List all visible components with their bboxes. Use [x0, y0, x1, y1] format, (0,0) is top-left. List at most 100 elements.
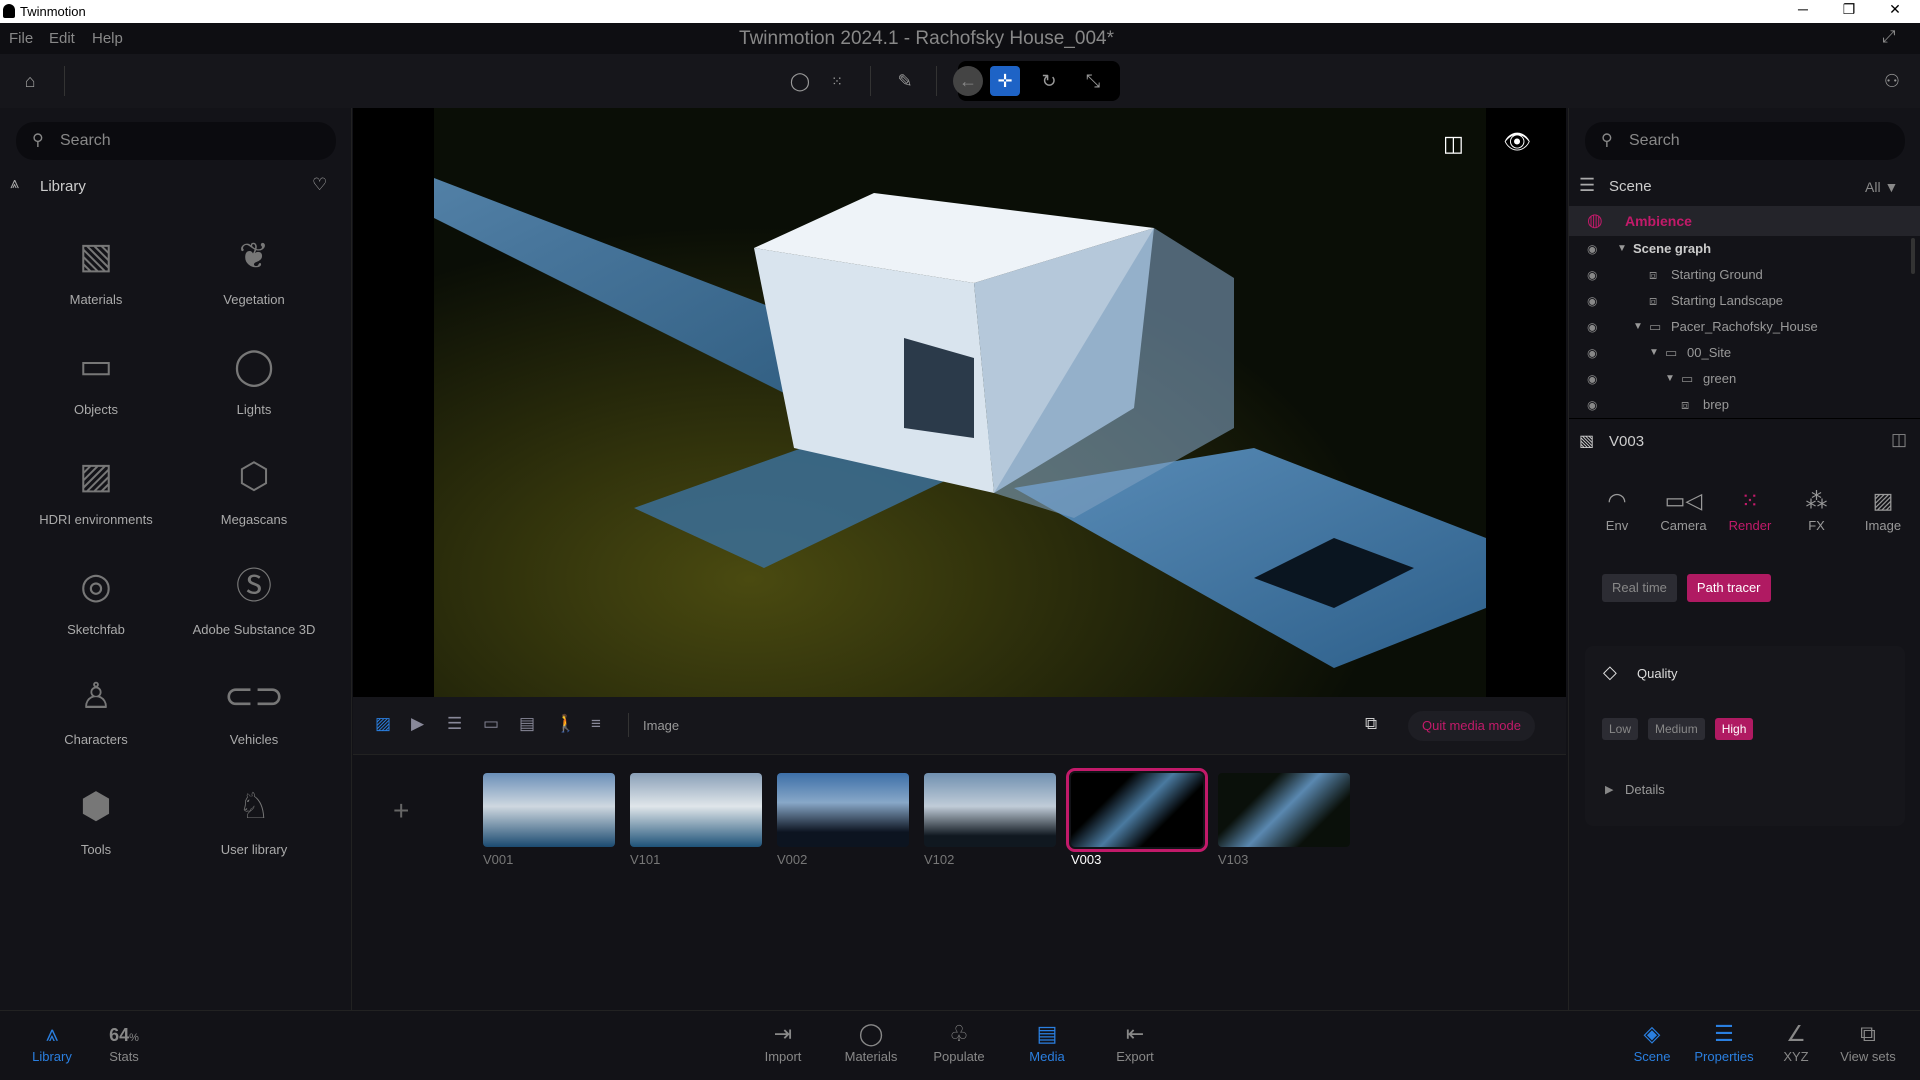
media-thumbnail[interactable]: [1066, 768, 1208, 852]
tree-item-label: green: [1703, 371, 1737, 386]
fullscreen-icon[interactable]: ⤢: [1882, 27, 1896, 47]
dock-export[interactable]: ⇤ Export: [1095, 1021, 1175, 1064]
dock-media[interactable]: ▤ Media: [1007, 1021, 1087, 1064]
library-item-label: Materials: [69, 292, 123, 307]
dock-import[interactable]: ⇥ Import: [743, 1021, 823, 1064]
visibility-eye-icon[interactable]: ◉: [1587, 288, 1597, 314]
maximize-button[interactable]: ❐: [1834, 1, 1864, 18]
split-view-icon[interactable]: ◫: [1443, 131, 1464, 157]
walk-icon[interactable]: 🚶: [555, 714, 576, 734]
dock-stats[interactable]: 64% Stats: [84, 1021, 164, 1064]
tab-image[interactable]: ▨ Image: [1851, 488, 1915, 533]
favorite-heart-icon[interactable]: ♡: [312, 175, 327, 195]
dock-materials[interactable]: ◯ Materials: [831, 1021, 911, 1064]
quality-low[interactable]: Low: [1602, 718, 1639, 740]
library-item-tools[interactable]: ⬢ Tools: [21, 782, 171, 857]
quit-media-mode-button[interactable]: Quit media mode: [1408, 711, 1535, 741]
document-title: Twinmotion 2024.1 - Rachofsky House_004*: [739, 28, 1114, 49]
dock-scene[interactable]: ◈ Scene: [1612, 1021, 1692, 1064]
library-item-materials[interactable]: ▧ Materials: [21, 232, 171, 307]
close-button[interactable]: ✕: [1880, 1, 1910, 18]
library-item-sketchfab[interactable]: ◎ Sketchfab: [21, 562, 171, 637]
view-icon: ▧: [1579, 433, 1595, 450]
visibility-eye-icon[interactable]: ◉: [1587, 392, 1597, 418]
dock-view-sets[interactable]: ⧉ View sets: [1828, 1021, 1908, 1064]
tree-item[interactable]: ◉ ▼ ▭ 00_Site: [1569, 340, 1909, 366]
orbit-icon[interactable]: ↻: [1034, 66, 1064, 96]
expand-arrow-icon[interactable]: ▶: [1605, 783, 1613, 796]
scene-filter-dropdown[interactable]: All ▼: [1865, 179, 1898, 195]
visibility-eye-icon[interactable]: ◉: [1587, 340, 1597, 366]
tab-fx[interactable]: ⁂ FX: [1785, 488, 1849, 533]
import-icon: ⇥: [773, 1021, 793, 1046]
dock-properties[interactable]: ☰ Properties: [1684, 1021, 1764, 1064]
home-icon[interactable]: ⌂: [15, 66, 45, 96]
visibility-eye-icon[interactable]: ◉: [1587, 262, 1597, 288]
library-item-vehicles[interactable]: ⊂⊃ Vehicles: [179, 672, 329, 747]
tab-env[interactable]: ◠ Env: [1585, 488, 1649, 533]
render-mode-real-time[interactable]: Real time: [1602, 574, 1677, 602]
media-thumbnail[interactable]: [924, 773, 1056, 847]
library-item-user-library[interactable]: ♘ User library: [179, 782, 329, 857]
image-mode-icon[interactable]: ▨: [375, 714, 391, 734]
render-mode-path-tracer[interactable]: Path tracer: [1686, 574, 1771, 602]
visibility-eye-icon[interactable]: ◉: [1587, 236, 1597, 262]
car-icon: ⊂⊃: [223, 675, 285, 716]
quality-high[interactable]: High: [1714, 718, 1754, 740]
presentation-icon[interactable]: ▤: [519, 714, 535, 734]
add-media-button[interactable]: +: [393, 795, 409, 827]
eye-icon[interactable]: 👁: [1503, 129, 1531, 155]
media-thumbnail[interactable]: [777, 773, 909, 847]
dock-populate[interactable]: ♧ Populate: [919, 1021, 999, 1064]
visibility-eye-icon[interactable]: ◉: [1587, 314, 1597, 340]
dock-xyz[interactable]: ∠ XYZ: [1756, 1021, 1836, 1064]
collapse-arrow-icon[interactable]: ▼: [1649, 340, 1659, 366]
move-icon[interactable]: ✛: [990, 66, 1020, 96]
scene-label: Scene: [1609, 178, 1652, 195]
media-thumbnail[interactable]: [1218, 773, 1350, 847]
grid-dots-icon[interactable]: ⁙: [822, 66, 852, 96]
tree-item[interactable]: ◉ ⧈ Starting Landscape: [1569, 288, 1909, 314]
library-item-lights[interactable]: ◯ Lights: [179, 342, 329, 417]
visibility-eye-icon[interactable]: ◉: [1587, 366, 1597, 392]
tree-item[interactable]: ◉ ▼ ▭ green: [1569, 366, 1909, 392]
picture-in-picture-icon[interactable]: ⧉: [1365, 714, 1377, 734]
scene-search-input[interactable]: ⚲ Search: [1585, 122, 1905, 160]
dock-library[interactable]: ⩓ Library: [12, 1021, 92, 1064]
media-thumbnail[interactable]: [630, 773, 762, 847]
tree-scrollbar[interactable]: [1911, 238, 1915, 274]
panel-toggle-icon[interactable]: ◫: [1891, 430, 1907, 450]
batch-icon[interactable]: ≡: [591, 714, 601, 734]
collapse-arrow-icon[interactable]: ▼: [1633, 314, 1643, 340]
phasing-icon[interactable]: ☰: [447, 714, 462, 734]
tree-item[interactable]: ◉ ⧈ Starting Ground: [1569, 262, 1909, 288]
panorama-icon[interactable]: ▭: [483, 714, 499, 734]
library-search-input[interactable]: ⚲ Search: [16, 122, 336, 160]
details-toggle[interactable]: Details: [1625, 782, 1665, 797]
library-item-vegetation[interactable]: ❦ Vegetation: [179, 232, 329, 307]
tab-camera[interactable]: ▭◁ Camera: [1652, 488, 1716, 533]
tree-item[interactable]: ◉ ▼ ▭ Pacer_Rachofsky_House: [1569, 314, 1909, 340]
ambience-row[interactable]: ◍ Ambience: [1569, 206, 1920, 236]
minimize-button[interactable]: ─: [1788, 1, 1818, 17]
eyedropper-icon[interactable]: ✎: [890, 66, 920, 96]
tree-item[interactable]: ◉ ▼ Scene graph: [1569, 236, 1909, 262]
collapse-arrow-icon[interactable]: ▼: [1665, 366, 1675, 392]
video-mode-icon[interactable]: ▶: [411, 714, 424, 734]
collapse-arrow-icon[interactable]: ▼: [1617, 236, 1627, 262]
library-item-megascans[interactable]: ⬡ Megascans: [179, 452, 329, 527]
hamburger-icon[interactable]: ☰: [1579, 175, 1595, 196]
media-thumbnail[interactable]: [483, 773, 615, 847]
back-icon[interactable]: ←: [953, 66, 983, 96]
library-item-hdri-environments[interactable]: ▨ HDRI environments: [21, 452, 171, 527]
library-item-objects[interactable]: ▭ Objects: [21, 342, 171, 417]
quality-medium[interactable]: Medium: [1648, 718, 1705, 740]
scale-icon[interactable]: ⤡: [1078, 66, 1108, 96]
tab-render[interactable]: ⁙ Render: [1718, 488, 1782, 533]
library-item-adobe-substance-3d[interactable]: Ⓢ Adobe Substance 3D: [179, 562, 329, 637]
library-item-label: User library: [220, 842, 288, 857]
library-item-characters[interactable]: ♙ Characters: [21, 672, 171, 747]
viewport[interactable]: ◫ 👁: [353, 108, 1566, 697]
tree-item[interactable]: ◉ ⧈ brep: [1569, 392, 1909, 418]
user-icon[interactable]: ⚇: [1877, 66, 1907, 96]
